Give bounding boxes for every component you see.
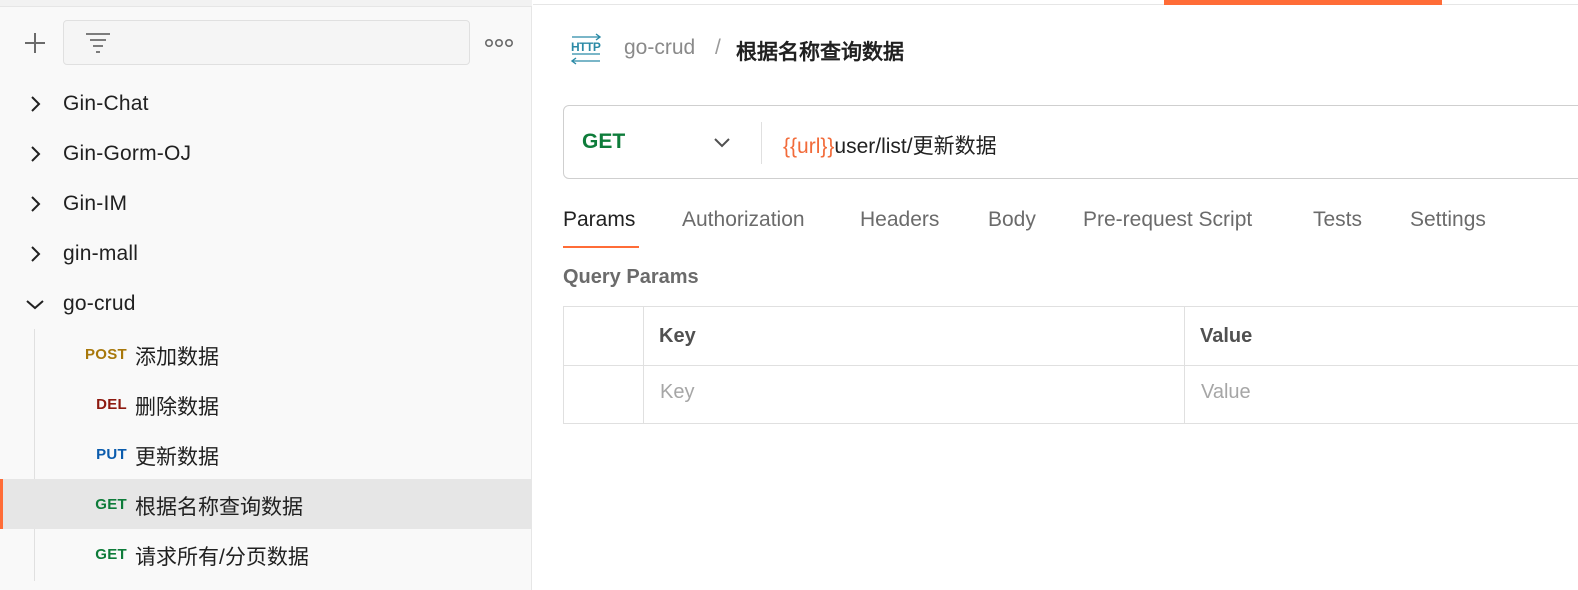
- chevron-right-icon[interactable]: [25, 94, 45, 114]
- plus-icon: [25, 33, 45, 53]
- collection-gin-gorm-oj[interactable]: Gin-Gorm-OJ: [0, 129, 532, 179]
- param-key-input[interactable]: Key: [660, 381, 694, 404]
- param-value-input[interactable]: Value: [1201, 381, 1251, 404]
- breadcrumb-separator: /: [715, 36, 721, 59]
- method-select[interactable]: GET: [564, 106, 761, 178]
- tab-tests[interactable]: Tests: [1313, 208, 1362, 249]
- collection-label: Gin-Gorm-OJ: [63, 142, 192, 165]
- filter-icon: [84, 30, 112, 56]
- request-panel: HTTP go-crud / 根据名称查询数据 GET {{url}}user/…: [533, 0, 1578, 590]
- url-input[interactable]: {{url}}user/list/更新数据: [783, 130, 997, 160]
- url-path: user/list/更新数据: [834, 135, 997, 158]
- table-divider: [564, 365, 1578, 366]
- tab-settings[interactable]: Settings: [1410, 208, 1486, 249]
- url-bar: GET {{url}}user/list/更新数据: [563, 105, 1578, 179]
- sidebar-top-divider: [0, 0, 532, 7]
- add-button[interactable]: [20, 28, 50, 58]
- chevron-down-icon[interactable]: [25, 294, 45, 314]
- collection-gin-chat[interactable]: Gin-Chat: [0, 79, 532, 129]
- sidebar: Gin-Chat Gin-Gorm-OJ Gin-IM gin-mall go-…: [0, 0, 532, 590]
- request-name: 更新数据: [135, 446, 219, 469]
- tab-authorization[interactable]: Authorization: [682, 208, 805, 249]
- tab-headers[interactable]: Headers: [860, 208, 939, 249]
- request-item[interactable]: POST 添加数据: [0, 329, 532, 379]
- method-badge: POST: [84, 346, 127, 363]
- active-tab-indicator: [1164, 0, 1442, 5]
- method-badge: DEL: [96, 396, 127, 413]
- tab-active-underline: [563, 246, 639, 248]
- collection-label: gin-mall: [63, 242, 139, 265]
- breadcrumb-parent[interactable]: go-crud: [624, 36, 695, 60]
- request-item[interactable]: GET 请求所有/分页数据: [0, 529, 532, 579]
- request-name: 删除数据: [135, 396, 219, 419]
- tab-body[interactable]: Body: [988, 208, 1036, 249]
- collection-gin-im[interactable]: Gin-IM: [0, 179, 532, 229]
- active-indicator: [0, 479, 3, 529]
- request-item[interactable]: PUT 更新数据: [0, 429, 532, 479]
- svg-text:HTTP: HTTP: [571, 40, 601, 54]
- http-icon: HTTP: [570, 33, 601, 65]
- chevron-right-icon[interactable]: [25, 144, 45, 164]
- url-divider: [761, 122, 762, 164]
- request-name: 根据名称查询数据: [135, 496, 303, 519]
- collection-go-crud[interactable]: go-crud: [0, 279, 532, 329]
- collection-label: Gin-IM: [63, 192, 128, 215]
- filter-input[interactable]: [63, 20, 470, 65]
- request-name: 添加数据: [135, 346, 219, 369]
- method-badge: GET: [95, 546, 127, 563]
- request-title[interactable]: 根据名称查询数据: [736, 36, 904, 66]
- method-badge: GET: [95, 496, 127, 513]
- query-params-title: Query Params: [563, 266, 699, 288]
- method-select-value: GET: [582, 130, 626, 153]
- chevron-right-icon[interactable]: [25, 244, 45, 264]
- request-item[interactable]: DEL 删除数据: [0, 379, 532, 429]
- chevron-right-icon[interactable]: [25, 194, 45, 214]
- more-horizontal-icon: [485, 38, 513, 48]
- collection-label: go-crud: [63, 292, 136, 315]
- collection-label: Gin-Chat: [63, 92, 149, 115]
- tab-pre-request-script[interactable]: Pre-request Script: [1083, 208, 1252, 249]
- query-params-table: Key Value Key Value: [563, 306, 1578, 424]
- chevron-down-icon: [714, 138, 730, 148]
- url-variable: {{url}}: [783, 135, 835, 158]
- request-name: 请求所有/分页数据: [135, 546, 309, 569]
- tab-params[interactable]: Params: [563, 208, 635, 249]
- column-header-key: Key: [659, 325, 696, 347]
- request-item-active[interactable]: GET 根据名称查询数据: [0, 479, 532, 529]
- collection-gin-mall[interactable]: gin-mall: [0, 229, 532, 279]
- method-badge: PUT: [96, 446, 127, 463]
- column-header-value: Value: [1200, 325, 1253, 347]
- more-options-button[interactable]: [484, 30, 514, 56]
